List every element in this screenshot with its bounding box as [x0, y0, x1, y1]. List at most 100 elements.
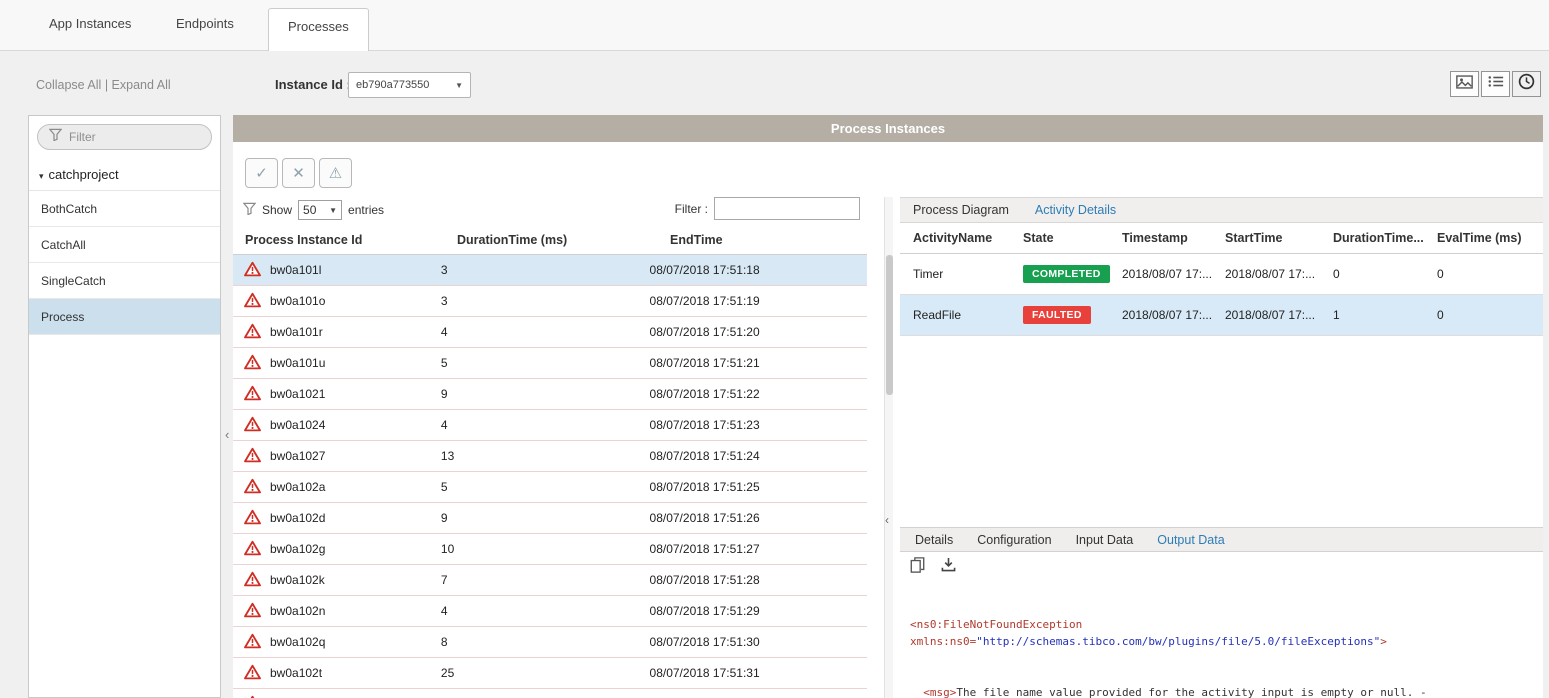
close-icon: ✕ [292, 164, 305, 182]
table-row[interactable]: bw0a102d 9 08/07/2018 17:51:26 [233, 503, 867, 534]
check-icon: ✓ [255, 164, 268, 182]
completed-filter-button[interactable]: ✓ [245, 158, 278, 188]
activity-duration: 0 [1333, 267, 1437, 281]
table-row[interactable]: bw0a1024 4 08/07/2018 17:51:23 [233, 410, 867, 441]
instance-id-select[interactable]: eb790a773550 ▼ [348, 72, 471, 98]
instance-id: bw0a1021 [270, 387, 325, 401]
instance-list-scrollbar[interactable]: ‹ [884, 197, 893, 698]
sidebar-item-process[interactable]: Process [29, 299, 220, 335]
tab-process-diagram[interactable]: Process Diagram [913, 203, 1009, 217]
instance-id-value: eb790a773550 [356, 79, 429, 91]
activity-row-readfile[interactable]: ReadFile FAULTED 2018/08/07 17:... 2018/… [900, 295, 1543, 336]
endtime-cell: 08/07/2018 17:51:28 [650, 573, 867, 587]
instances-filter-input[interactable] [714, 197, 860, 220]
activity-table-header: ActivityName State Timestamp StartTime D… [900, 223, 1543, 254]
process-instance-list: ✓ ✕ ⚠ Show 50 ▼ entries [233, 142, 880, 698]
clock-icon [1518, 73, 1535, 95]
scrollbar-thumb[interactable] [886, 255, 893, 395]
tab-activity-details[interactable]: Activity Details [1035, 203, 1116, 217]
instance-table-header: Process Instance Id DurationTime (ms) En… [233, 228, 867, 255]
table-row[interactable]: bw0a101o 3 08/07/2018 17:51:19 [233, 286, 867, 317]
page-size-select[interactable]: 50 ▼ [298, 200, 342, 220]
endtime-cell: 08/07/2018 17:51:25 [650, 480, 867, 494]
cancelled-filter-button[interactable]: ✕ [282, 158, 315, 188]
table-row[interactable]: bw0a102k 7 08/07/2018 17:51:28 [233, 565, 867, 596]
duration-cell: 13 [441, 449, 650, 463]
table-row[interactable]: bw0a102a 5 08/07/2018 17:51:25 [233, 472, 867, 503]
tab-output-data[interactable]: Output Data [1157, 533, 1224, 547]
table-row[interactable] [233, 689, 867, 698]
table-row[interactable]: bw0a101u 5 08/07/2018 17:51:21 [233, 348, 867, 379]
tab-configuration[interactable]: Configuration [977, 533, 1051, 547]
endtime-cell: 08/07/2018 17:51:23 [650, 418, 867, 432]
warning-icon: ⚠ [329, 164, 342, 182]
list-view-button[interactable] [1481, 71, 1510, 97]
duration-cell: 4 [441, 325, 650, 339]
sidebar-item-singlecatch[interactable]: SingleCatch [29, 263, 220, 299]
column-header-state[interactable]: State [1023, 231, 1122, 245]
sub-toolbar: Collapse All | Expand All Instance Id : … [0, 51, 1549, 115]
copy-icon[interactable] [910, 557, 925, 578]
tab-details[interactable]: Details [915, 533, 953, 547]
table-row[interactable]: bw0a1021 9 08/07/2018 17:51:22 [233, 379, 867, 410]
column-header-timestamp[interactable]: Timestamp [1122, 231, 1225, 245]
column-header-duration[interactable]: DurationTime (ms) [457, 233, 567, 247]
column-header-durationtime[interactable]: DurationTime... [1333, 231, 1437, 245]
table-row[interactable]: bw0a102n 4 08/07/2018 17:51:29 [233, 596, 867, 627]
duration-cell: 4 [441, 604, 650, 618]
table-row[interactable]: bw0a102t 25 08/07/2018 17:51:31 [233, 658, 867, 689]
tree-root-catchproject[interactable]: ▾catchproject [29, 158, 220, 191]
table-row[interactable]: bw0a102q 8 08/07/2018 17:51:30 [233, 627, 867, 658]
tab-endpoints[interactable]: Endpoints [176, 16, 234, 31]
collapse-sidebar-handle[interactable]: ‹ [225, 427, 229, 442]
fault-warning-icon [244, 602, 261, 621]
sidebar-item-bothcatch[interactable]: BothCatch [29, 191, 220, 227]
table-row[interactable]: bw0a101l 3 08/07/2018 17:51:18 [233, 255, 867, 286]
instance-id: bw0a102g [270, 542, 325, 556]
column-header-evaltime[interactable]: EvalTime (ms) [1437, 231, 1543, 245]
collapse-all-link[interactable]: Collapse All [36, 78, 101, 92]
caret-down-icon: ▾ [39, 171, 44, 181]
expand-all-link[interactable]: Expand All [112, 78, 171, 92]
endtime-cell: 08/07/2018 17:51:27 [650, 542, 867, 556]
sidebar-item-catchall[interactable]: CatchAll [29, 227, 220, 263]
table-row[interactable]: bw0a102g 10 08/07/2018 17:51:27 [233, 534, 867, 565]
tab-app-instances[interactable]: App Instances [49, 16, 131, 31]
column-header-activityname[interactable]: ActivityName [900, 231, 1023, 245]
instance-id: bw0a101l [270, 263, 321, 277]
collapse-panel-handle[interactable]: ‹ [885, 513, 889, 527]
duration-cell: 3 [441, 294, 650, 308]
activity-name: Timer [900, 267, 1023, 281]
sidebar-filter-input[interactable] [69, 130, 200, 144]
fault-warning-icon [244, 571, 261, 590]
duration-cell: 5 [441, 480, 650, 494]
diagram-view-button[interactable] [1450, 71, 1479, 97]
endtime-cell: 08/07/2018 17:51:24 [650, 449, 867, 463]
download-icon[interactable] [941, 557, 956, 578]
instance-id: bw0a1027 [270, 449, 325, 463]
status-badge: FAULTED [1023, 306, 1091, 324]
instance-id-label: Instance Id : [275, 77, 351, 92]
faulted-filter-button[interactable]: ⚠ [319, 158, 352, 188]
main-body: ✓ ✕ ⚠ Show 50 ▼ entries [233, 142, 1543, 698]
link-separator: | [105, 78, 108, 92]
activity-row-timer[interactable]: Timer COMPLETED 2018/08/07 17:... 2018/0… [900, 254, 1543, 295]
funnel-icon [243, 202, 256, 218]
tab-processes[interactable]: Processes [268, 8, 369, 51]
activity-starttime: 2018/08/07 17:... [1225, 308, 1333, 322]
xml-line: <ns0:FileNotFoundException xmlns:ns0="ht… [910, 616, 1539, 650]
fault-warning-icon [244, 354, 261, 373]
fault-warning-icon [244, 292, 261, 311]
endtime-cell: 08/07/2018 17:51:29 [650, 604, 867, 618]
process-tree-sidebar: ▾catchproject BothCatch CatchAll SingleC… [28, 115, 221, 698]
column-header-process-instance-id[interactable]: Process Instance Id [245, 233, 362, 247]
table-row[interactable]: bw0a1027 13 08/07/2018 17:51:24 [233, 441, 867, 472]
fault-warning-icon [244, 664, 261, 683]
tab-input-data[interactable]: Input Data [1076, 533, 1134, 547]
tree-expand-controls: Collapse All | Expand All [36, 78, 171, 92]
column-header-endtime[interactable]: EndTime [670, 233, 723, 247]
column-header-starttime[interactable]: StartTime [1225, 231, 1333, 245]
endtime-cell: 08/07/2018 17:51:18 [650, 263, 867, 277]
history-view-button[interactable] [1512, 71, 1541, 97]
table-row[interactable]: bw0a101r 4 08/07/2018 17:51:20 [233, 317, 867, 348]
